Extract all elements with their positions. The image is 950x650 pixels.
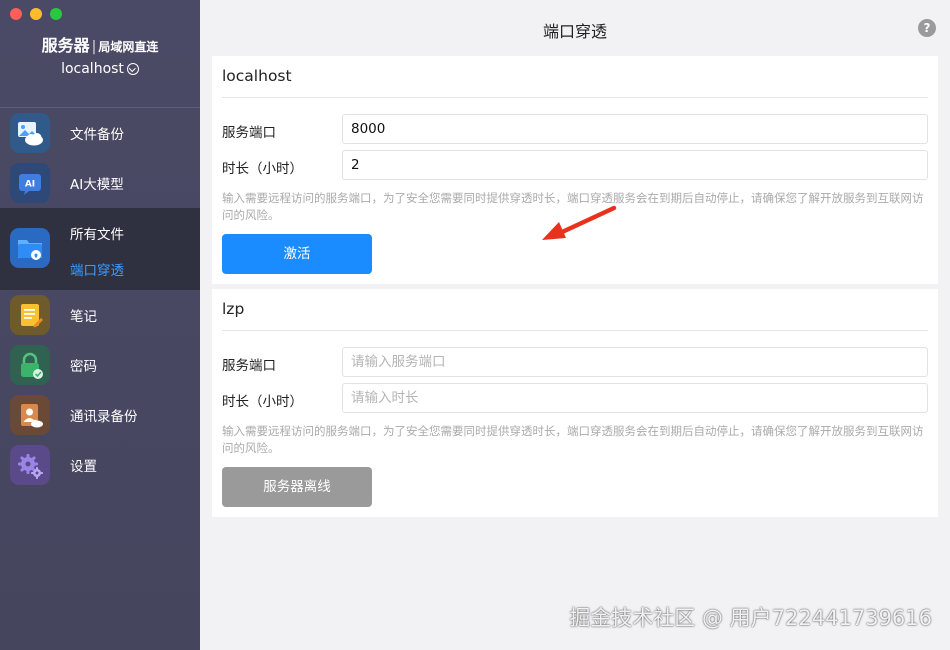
host-name: localhost [61,61,124,77]
port-input[interactable] [342,114,928,144]
duration-label: 时长（小时） [222,161,303,177]
port-label: 服务端口 [222,358,276,374]
page-title: 端口穿透 [542,22,607,41]
sidebar-item-label: AI大模型 [70,177,124,193]
folder-icon [10,228,50,268]
main-panel: 端口穿透 ? localhost 服务端口 时长（小时） 输入需要远程访问的服务… [200,0,950,650]
server-offline-button: 服务器离线 [222,467,372,507]
sidebar-item-notes[interactable]: 笔记 [0,290,200,340]
duration-label: 时长（小时） [222,394,303,410]
card-divider [222,330,928,331]
server-card-localhost: localhost 服务端口 时长（小时） 输入需要远程访问的服务端口，为了安全… [212,56,938,284]
brand-title: 服务器 | 局域网直连 [0,32,200,56]
notes-icon [10,295,50,335]
sidebar-item-label: 所有文件 [70,227,124,243]
sidebar-item-label: 通讯录备份 [70,409,138,425]
sidebar-subitem-port-forwarding[interactable]: 端口穿透 [70,259,124,279]
brand-sub: 局域网直连 [98,40,159,54]
port-label: 服务端口 [222,125,276,141]
sidebar-item-label: 设置 [70,459,97,475]
server-name: localhost [222,67,292,85]
sidebar-item-label: 笔记 [70,309,97,325]
annotation-arrow-icon [542,205,617,240]
port-input[interactable] [342,347,928,377]
sidebar-item-contacts-backup[interactable]: 通讯录备份 [0,390,200,440]
help-icon[interactable]: ? [918,19,936,37]
sidebar-item-label: 密码 [70,359,97,375]
sidebar-item-label: 文件备份 [70,127,124,143]
server-name: lzp [222,300,245,318]
zoom-window-button[interactable] [50,8,62,20]
cloud-photo-icon [10,113,50,153]
brand-main: 服务器 [41,36,90,55]
contacts-icon [10,395,50,435]
close-window-button[interactable] [10,8,22,20]
activate-button[interactable]: 激活 [222,234,372,274]
ai-icon: AI [10,163,50,203]
card-divider [222,97,928,98]
minimize-window-button[interactable] [30,8,42,20]
duration-input[interactable] [342,150,928,180]
svg-text:AI: AI [25,180,35,190]
sidebar-item-all-files[interactable]: 所有文件 端口穿透 [0,208,200,290]
sidebar-item-passwords[interactable]: 密码 [0,340,200,390]
host-selector[interactable]: localhost [0,61,200,77]
watermark: 掘金技术社区 @ 用户722441739616 [569,606,932,630]
lock-icon [10,345,50,385]
brand-separator: | [91,39,97,55]
server-card-lzp: lzp 服务端口 时长（小时） 输入需要远程访问的服务端口，为了安全您需要同时提… [212,289,938,517]
hint-text: 输入需要远程访问的服务端口，为了安全您需要同时提供穿透时长，端口穿透服务会在到期… [222,424,924,455]
window-controls [10,8,62,20]
sidebar: 服务器 | 局域网直连 localhost 文件备份 AI AI大模型 所有文件… [0,0,200,650]
chevron-down-icon [126,63,139,75]
sidebar-item-ai-model[interactable]: AI AI大模型 [0,158,200,208]
sidebar-item-file-backup[interactable]: 文件备份 [0,108,200,158]
sidebar-item-settings[interactable]: 设置 [0,440,200,490]
gear-icon [10,445,50,485]
duration-input[interactable] [342,383,928,413]
